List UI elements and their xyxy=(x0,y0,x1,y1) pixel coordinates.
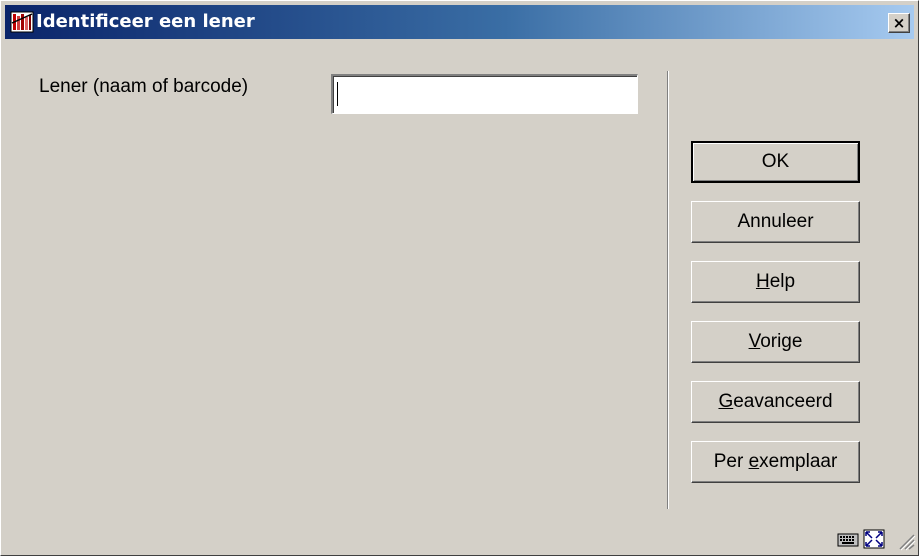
maximize-icon[interactable] xyxy=(863,529,885,549)
close-button[interactable]: × xyxy=(888,13,910,33)
previous-button[interactable]: Vorige xyxy=(691,321,860,363)
per-copy-button-label: Per exemplaar xyxy=(713,451,838,472)
ok-button-label: OK xyxy=(761,151,790,172)
advanced-button[interactable]: Geavanceerd xyxy=(691,381,860,423)
help-button-label: Help xyxy=(755,271,796,292)
per-copy-button[interactable]: Per exemplaar xyxy=(691,441,860,483)
previous-button-label: Vorige xyxy=(748,331,803,352)
borrower-label: Lener (naam of barcode) xyxy=(39,76,249,97)
title-bar[interactable]: Identificeer een lener × xyxy=(5,5,914,39)
advanced-button-label: Geavanceerd xyxy=(718,391,833,412)
borrower-input[interactable] xyxy=(331,74,638,114)
resize-grip-icon[interactable] xyxy=(894,531,916,551)
window-title: Identificeer een lener xyxy=(36,11,255,32)
cancel-button-label: Annuleer xyxy=(737,211,814,232)
text-caret xyxy=(337,82,338,106)
dialog-window: Identificeer een lener × Lener (naam of … xyxy=(0,0,919,556)
library-app-icon xyxy=(10,11,34,33)
ok-button[interactable]: OK xyxy=(691,141,860,183)
help-button[interactable]: Help xyxy=(691,261,860,303)
close-icon: × xyxy=(892,14,906,32)
cancel-button[interactable]: Annuleer xyxy=(691,201,860,243)
keyboard-icon[interactable] xyxy=(837,529,859,549)
vertical-divider xyxy=(667,71,669,509)
